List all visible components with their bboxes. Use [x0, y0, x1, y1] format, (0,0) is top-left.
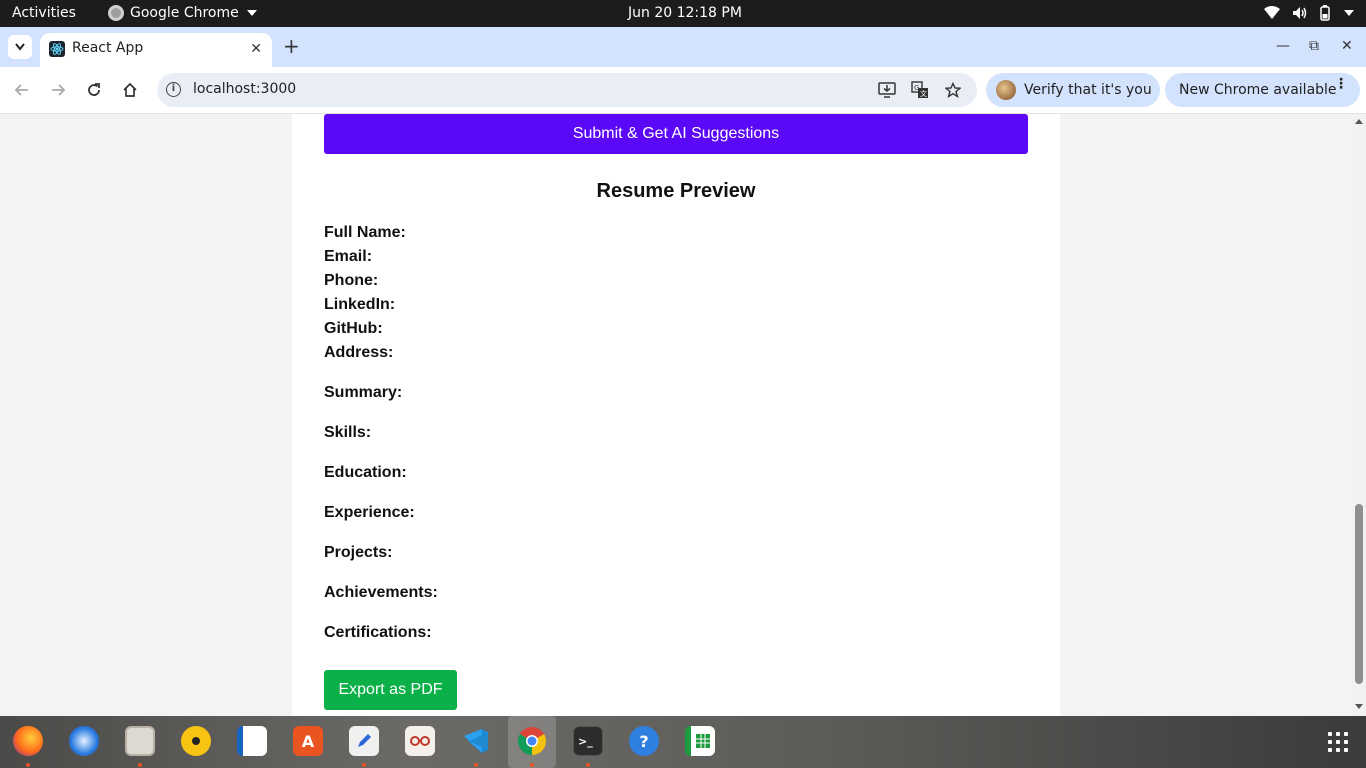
- show-apps-icon[interactable]: [1328, 732, 1348, 752]
- forward-button[interactable]: [47, 79, 69, 101]
- kebab-menu-icon[interactable]: ⋮: [1334, 77, 1348, 91]
- back-button[interactable]: [11, 79, 33, 101]
- react-favicon-icon: [49, 41, 65, 57]
- app-center-icon[interactable]: A: [293, 726, 323, 756]
- running-indicator: [474, 763, 478, 767]
- help-icon[interactable]: ?: [629, 726, 659, 756]
- linkedin-label: LinkedIn:: [324, 296, 396, 313]
- chevron-down-icon: [15, 43, 25, 51]
- calc-icon[interactable]: [685, 726, 715, 756]
- dock: A >_ ?: [0, 716, 1366, 768]
- resume-preview-title: Resume Preview: [596, 180, 756, 202]
- summary-label: Summary:: [324, 384, 403, 401]
- skills-label: Skills:: [324, 424, 372, 441]
- experience-label: Experience:: [324, 504, 415, 521]
- avatar: [996, 80, 1016, 100]
- phone-label: Phone:: [324, 272, 379, 289]
- tab-strip: React App ✕ + — ⧉ ✕: [0, 27, 1366, 67]
- vscode-icon[interactable]: [461, 726, 491, 756]
- address-bar[interactable]: i localhost:3000 G文: [157, 73, 977, 107]
- scroll-down-icon[interactable]: [1355, 704, 1363, 709]
- thunderbird-icon[interactable]: [69, 726, 99, 756]
- close-window-icon[interactable]: ✕: [1341, 38, 1353, 54]
- writer-icon[interactable]: [237, 726, 267, 756]
- wifi-icon: [1264, 6, 1280, 19]
- chrome-app-icon: [108, 5, 124, 21]
- projects-label: Projects:: [324, 544, 393, 561]
- terminal-icon[interactable]: >_: [573, 726, 603, 756]
- running-indicator: [138, 763, 142, 767]
- submit-ai-suggestions-button[interactable]: Submit & Get AI Suggestions: [324, 114, 1028, 154]
- app-menu[interactable]: Google Chrome: [108, 5, 257, 21]
- close-icon[interactable]: ✕: [250, 41, 262, 57]
- system-tray[interactable]: [1264, 5, 1354, 21]
- browser-toolbar: i localhost:3000 G文 Verify that it's you…: [0, 67, 1366, 114]
- tab-title: React App: [72, 40, 144, 56]
- arrow-left-icon: [14, 84, 28, 96]
- running-indicator: [26, 763, 30, 767]
- chevron-down-icon: [246, 10, 257, 16]
- rhythmbox-icon[interactable]: [181, 726, 211, 756]
- home-icon: [123, 82, 137, 97]
- tab-search-button[interactable]: [8, 35, 32, 59]
- volume-icon: [1293, 7, 1307, 19]
- arrow-right-icon: [52, 84, 66, 96]
- system-top-bar: Activities Google Chrome Jun 20 12:18 PM: [0, 0, 1366, 27]
- export-pdf-button[interactable]: Export as PDF: [324, 670, 457, 710]
- full-name-label: Full Name:: [324, 224, 406, 241]
- achievements-label: Achievements:: [324, 584, 438, 601]
- reload-icon: [88, 83, 100, 96]
- translate-icon[interactable]: G文: [910, 81, 930, 99]
- chrome-icon[interactable]: [517, 726, 547, 756]
- url-text[interactable]: localhost:3000: [193, 81, 296, 97]
- verify-identity-button[interactable]: Verify that it's you: [986, 73, 1160, 107]
- install-app-icon[interactable]: [877, 81, 897, 99]
- site-info-icon[interactable]: i: [166, 82, 181, 97]
- running-indicator: [530, 763, 534, 767]
- certifications-label: Certifications:: [324, 624, 432, 641]
- activities-button[interactable]: Activities: [12, 5, 76, 21]
- document-viewer-icon[interactable]: [405, 726, 435, 756]
- minimize-icon[interactable]: —: [1276, 38, 1290, 54]
- chevron-down-icon: [1344, 10, 1354, 16]
- svg-text:文: 文: [920, 89, 927, 98]
- update-label: New Chrome available: [1179, 82, 1337, 98]
- verify-label: Verify that it's you: [1024, 82, 1152, 98]
- firefox-icon[interactable]: [13, 726, 43, 756]
- restore-icon[interactable]: ⧉: [1309, 38, 1319, 54]
- home-button[interactable]: [119, 79, 141, 101]
- email-label: Email:: [324, 248, 373, 265]
- chrome-update-button[interactable]: New Chrome available ⋮: [1165, 73, 1360, 107]
- running-indicator: [362, 763, 366, 767]
- battery-icon: [1320, 5, 1330, 21]
- education-label: Education:: [324, 464, 407, 481]
- resume-card: Submit & Get AI Suggestions Resume Previ…: [292, 114, 1060, 716]
- app-menu-label: Google Chrome: [130, 5, 239, 21]
- page-scrollbar[interactable]: [1352, 114, 1366, 716]
- address-label: Address:: [324, 344, 394, 361]
- scrollbar-thumb[interactable]: [1355, 504, 1363, 684]
- reload-button[interactable]: [83, 79, 105, 101]
- new-tab-button[interactable]: +: [283, 36, 300, 56]
- svg-text:G: G: [914, 84, 919, 92]
- files-icon[interactable]: [125, 726, 155, 756]
- text-editor-icon[interactable]: [349, 726, 379, 756]
- tab-react-app[interactable]: React App ✕: [40, 33, 272, 67]
- running-indicator: [586, 763, 590, 767]
- bookmark-star-icon[interactable]: [943, 81, 963, 99]
- page-viewport: Submit & Get AI Suggestions Resume Previ…: [0, 114, 1352, 716]
- github-label: GitHub:: [324, 320, 383, 337]
- clock[interactable]: Jun 20 12:18 PM: [628, 5, 742, 21]
- scroll-up-icon[interactable]: [1355, 119, 1363, 124]
